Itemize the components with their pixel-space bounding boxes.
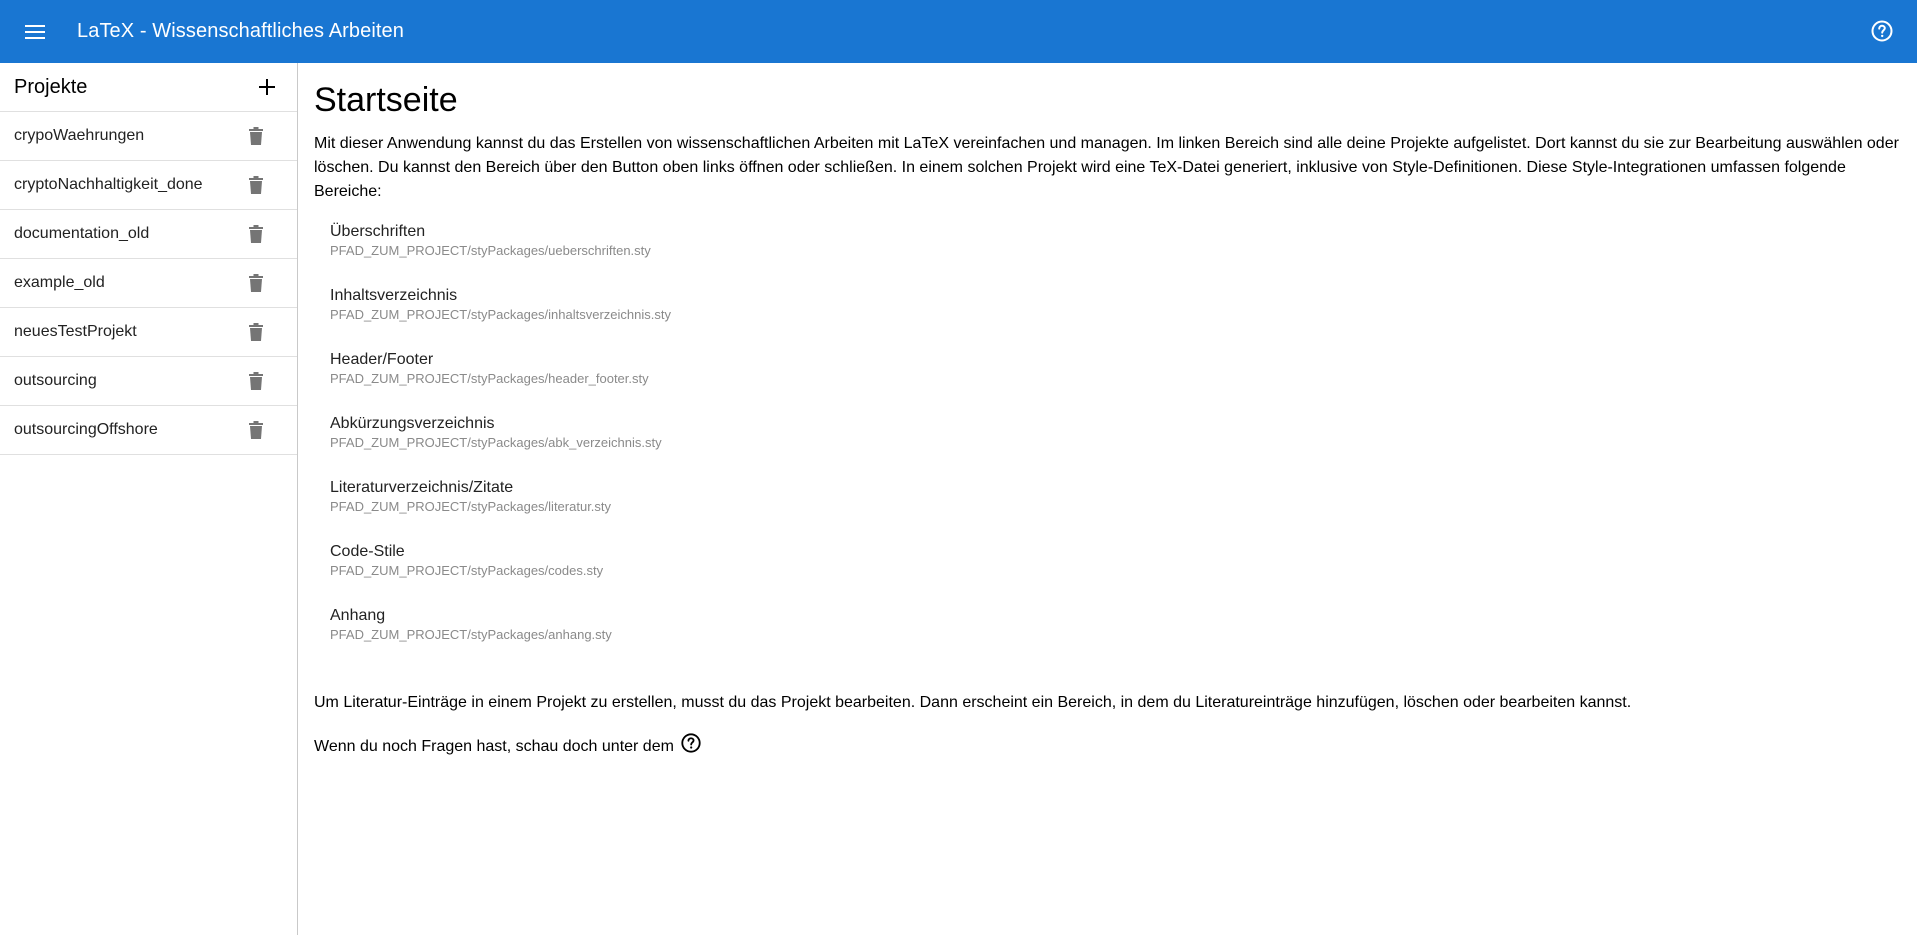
- trash-icon[interactable]: [247, 419, 265, 441]
- style-name: Code-Stile: [330, 543, 405, 560]
- project-item[interactable]: crypoWaehrungen: [0, 112, 297, 161]
- project-item[interactable]: neuesTestProjekt: [0, 308, 297, 357]
- project-label: neuesTestProjekt: [14, 323, 137, 340]
- project-item[interactable]: outsourcingOffshore: [0, 406, 297, 455]
- style-name: Abkürzungsverzeichnis: [330, 415, 495, 432]
- style-name: Anhang: [330, 607, 386, 624]
- trash-icon[interactable]: [247, 125, 265, 147]
- trash-icon[interactable]: [247, 174, 265, 196]
- questions-text: Wenn du noch Fragen hast, schau doch unt…: [314, 738, 674, 755]
- style-path: PFAD_ZUM_PROJECT/styPackages/abk_verzeic…: [330, 435, 662, 450]
- style-name: Header/Footer: [330, 351, 434, 368]
- style-item: Header/Footer PFAD_ZUM_PROJECT/styPackage…: [330, 350, 1904, 414]
- style-path: PFAD_ZUM_PROJECT/styPackages/anhang.sty: [330, 627, 612, 642]
- style-path: PFAD_ZUM_PROJECT/styPackages/ueberschrif…: [330, 243, 651, 258]
- literature-paragraph: Um Literatur-Einträge in einem Projekt z…: [314, 694, 1632, 711]
- project-sidebar: Projekte crypoWaehrungen cryptoNachhaltig…: [0, 63, 298, 935]
- project-item[interactable]: outsourcing: [0, 357, 297, 406]
- style-path: PFAD_ZUM_PROJECT/styPackages/codes.sty: [330, 563, 604, 578]
- style-item: Inhaltsverzeichnis PFAD_ZUM_PROJECT/styPa…: [330, 286, 1904, 350]
- project-label: outsourcingOffshore: [14, 421, 158, 438]
- trash-icon[interactable]: [247, 370, 265, 392]
- style-item: Code-Stile PFAD_ZUM_PROJECT/styPackages/c…: [330, 542, 1904, 606]
- help-circle-icon[interactable]: [1869, 18, 1895, 44]
- trash-icon[interactable]: [247, 223, 265, 245]
- style-name: Literaturverzeichnis/Zitate: [330, 479, 514, 496]
- plus-icon[interactable]: [256, 76, 278, 98]
- trash-icon[interactable]: [247, 321, 265, 343]
- style-item: Überschriften PFAD_ZUM_PROJECT/styPackage…: [330, 222, 1904, 286]
- main-content: Startseite Mit dieser Anwendung kannst d…: [314, 63, 1904, 935]
- project-label: example_old: [14, 274, 105, 291]
- style-path: PFAD_ZUM_PROJECT/styPackages/literatur.s…: [330, 499, 612, 514]
- project-item[interactable]: example_old: [0, 259, 297, 308]
- app-title: LaTeX - Wissenschaftliches Arbeiten: [77, 20, 404, 42]
- page-title: Startseite: [314, 81, 458, 119]
- app-bar: LaTeX - Wissenschaftliches Arbeiten: [0, 0, 1917, 63]
- trash-icon[interactable]: [247, 272, 265, 294]
- project-list: crypoWaehrungen cryptoNachhaltigkeit_done…: [0, 112, 297, 455]
- project-label: cryptoNachhaltigkeit_done: [14, 176, 203, 193]
- sidebar-header: Projekte: [0, 63, 297, 112]
- questions-paragraph: Wenn du noch Fragen hast, schau doch unt…: [314, 732, 1904, 759]
- sidebar-title: Projekte: [14, 75, 88, 98]
- style-list: Überschriften PFAD_ZUM_PROJECT/styPackage…: [330, 222, 1904, 670]
- project-item[interactable]: cryptoNachhaltigkeit_done: [0, 161, 297, 210]
- style-name: Inhaltsverzeichnis: [330, 287, 458, 304]
- menu-icon[interactable]: [18, 15, 52, 49]
- style-item: Anhang PFAD_ZUM_PROJECT/styPackages/anhan…: [330, 606, 1904, 670]
- project-item[interactable]: documentation_old: [0, 210, 297, 259]
- project-label: outsourcing: [14, 372, 97, 389]
- style-item: Abkürzungsverzeichnis PFAD_ZUM_PROJECT/st…: [330, 414, 1904, 478]
- style-path: PFAD_ZUM_PROJECT/styPackages/inhaltsverz…: [330, 307, 671, 322]
- help-circle-icon[interactable]: [680, 732, 702, 754]
- project-label: crypoWaehrungen: [14, 127, 145, 144]
- style-item: Literaturverzeichnis/Zitate PFAD_ZUM_PROJ…: [330, 478, 1904, 542]
- project-label: documentation_old: [14, 225, 150, 242]
- intro-paragraph: Mit dieser Anwendung kannst du das Erste…: [314, 135, 1899, 200]
- style-path: PFAD_ZUM_PROJECT/styPackages/header_foot…: [330, 371, 649, 386]
- style-name: Überschriften: [330, 223, 426, 240]
